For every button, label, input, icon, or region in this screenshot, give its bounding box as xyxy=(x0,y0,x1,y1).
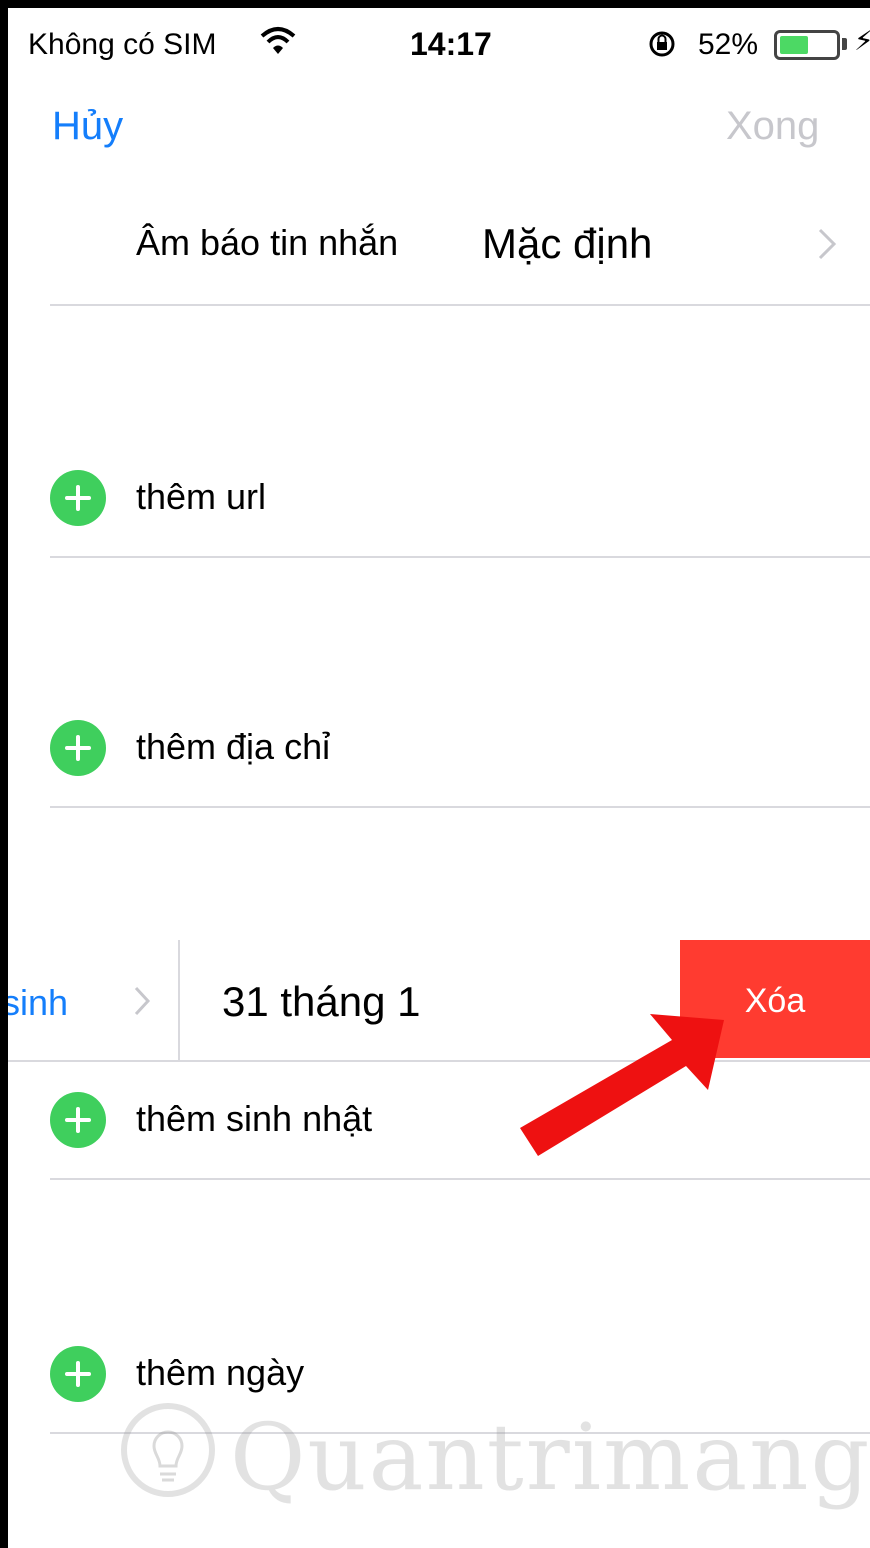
birthday-type-label[interactable]: y sinh xyxy=(8,982,68,1024)
plus-circle-icon[interactable] xyxy=(50,1092,106,1148)
add-birthday-label: thêm sinh nhật xyxy=(136,1098,373,1139)
wifi-icon xyxy=(260,26,296,61)
separator xyxy=(50,806,870,808)
top-border xyxy=(0,0,870,8)
charging-icon: ⚡ xyxy=(854,25,870,56)
red-arrow-icon xyxy=(520,1014,724,1156)
status-time: 14:17 xyxy=(410,26,492,62)
carrier-label: Không có SIM xyxy=(28,28,217,61)
left-border xyxy=(0,0,8,1548)
chevron-right-icon xyxy=(816,226,838,267)
battery-icon xyxy=(774,30,840,60)
chevron-right-icon xyxy=(132,984,152,1023)
status-bar: Không có SIM 14:17 52% ⚡ xyxy=(8,8,870,78)
add-address-label: thêm địa chỉ xyxy=(136,726,331,767)
ringtone-label: Âm báo tin nhắn xyxy=(136,222,399,263)
row-divider xyxy=(178,940,180,1060)
battery-level xyxy=(780,36,808,54)
plus-circle-icon[interactable] xyxy=(50,1346,106,1402)
add-birthday-row[interactable]: thêm sinh nhật xyxy=(50,1088,870,1152)
plus-circle-icon[interactable] xyxy=(50,720,106,776)
separator xyxy=(50,304,870,306)
watermark-text: Quantrimang xyxy=(230,1404,870,1511)
done-button[interactable]: Xong xyxy=(726,104,819,149)
battery-percent: 52% xyxy=(698,28,759,61)
add-date-label: thêm ngày xyxy=(136,1352,305,1393)
add-url-label: thêm url xyxy=(136,476,267,517)
separator xyxy=(8,1060,870,1062)
ringtone-value: Mặc định xyxy=(482,220,653,267)
birthday-row[interactable]: y sinh 31 tháng 1 Xóa xyxy=(8,940,870,1060)
add-address-row[interactable]: thêm địa chỉ xyxy=(50,716,870,780)
lightbulb-icon xyxy=(121,1403,215,1497)
cancel-button[interactable]: Hủy xyxy=(52,104,123,149)
add-url-row[interactable]: thêm url xyxy=(50,466,870,530)
orientation-lock-icon xyxy=(648,30,676,63)
separator xyxy=(50,1178,870,1180)
plus-circle-icon[interactable] xyxy=(50,470,106,526)
separator xyxy=(50,556,870,558)
watermark: Quantrimang xyxy=(118,1394,869,1514)
birthday-value[interactable]: 31 tháng 1 xyxy=(222,978,421,1026)
battery-nub xyxy=(842,38,847,50)
